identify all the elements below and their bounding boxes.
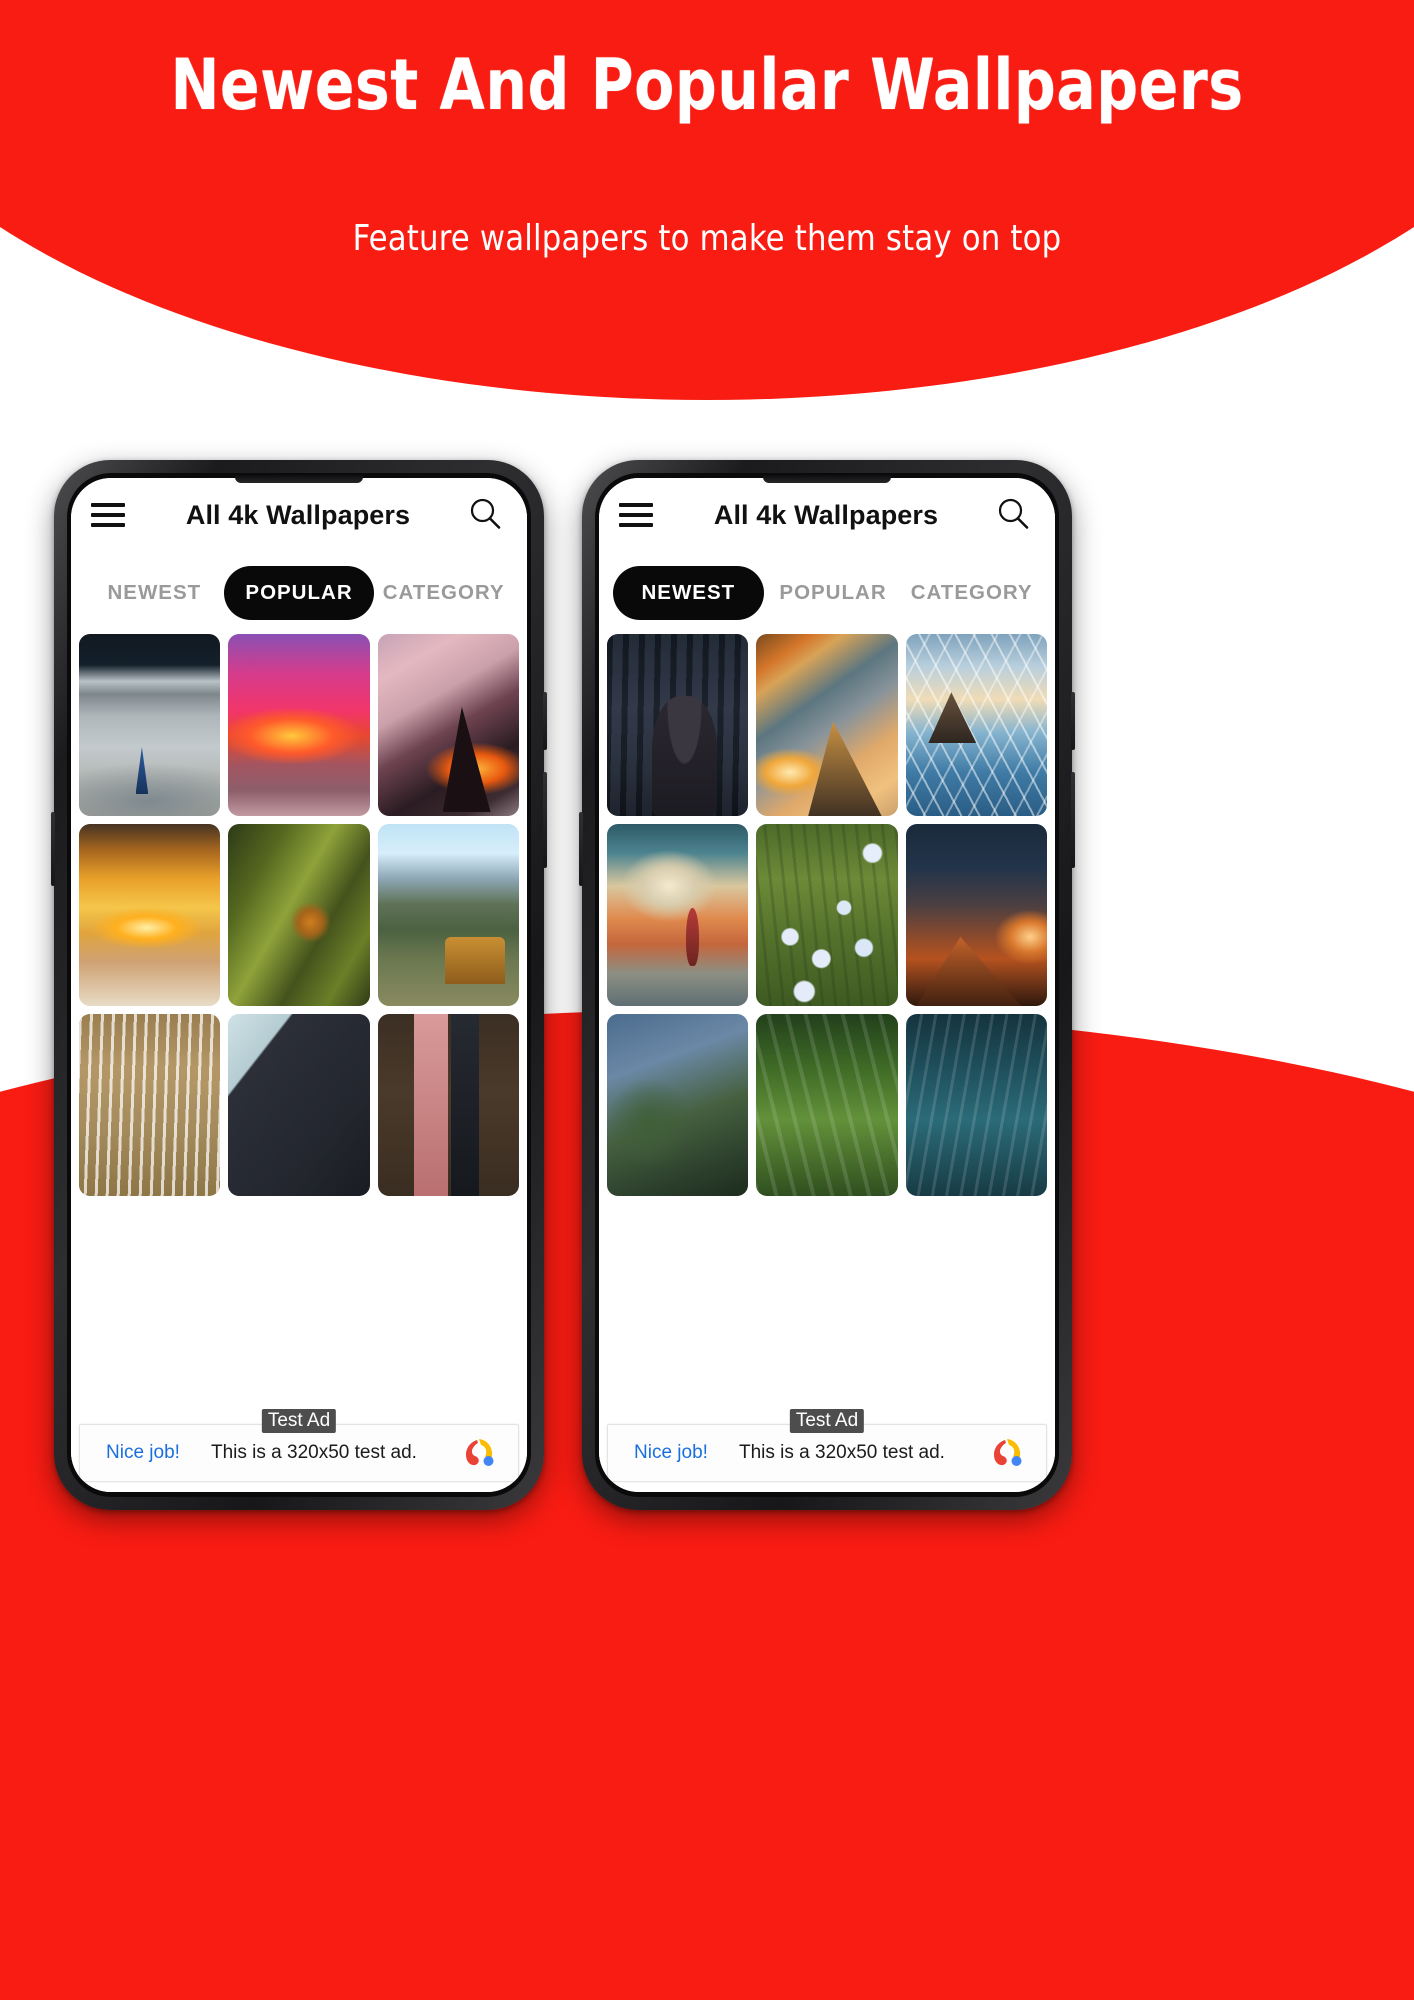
wallpaper-thumb[interactable] (79, 1014, 221, 1196)
phone-mockup-newest: All 4k Wallpapers NEWEST POPULAR CATEGOR… (579, 460, 1075, 1510)
wallpaper-thumb[interactable] (228, 824, 370, 1006)
phone-mockup-popular: All 4k Wallpapers NEWEST POPULAR CATEGOR… (51, 460, 547, 1510)
tab-bar: NEWEST POPULAR CATEGORY (599, 552, 1055, 634)
ad-cta-link[interactable]: Nice job! (80, 1442, 180, 1464)
wallpaper-thumb[interactable] (228, 1014, 370, 1196)
promo-banner-stage: Newest And Popular Wallpapers Feature wa… (0, 0, 1414, 2000)
earpiece-speaker (235, 475, 363, 483)
ad-body-text: This is a 320x50 test ad. (210, 1442, 417, 1463)
ad-banner[interactable]: Test Ad Nice job! This is a 320x50 test … (607, 1409, 1047, 1482)
wallpaper-thumb[interactable] (905, 1014, 1047, 1196)
ad-banner[interactable]: Test Ad Nice job! This is a 320x50 test … (79, 1409, 519, 1482)
wallpaper-thumb[interactable] (607, 634, 749, 816)
tab-newest[interactable]: NEWEST (613, 566, 764, 620)
phone-bezel: All 4k Wallpapers NEWEST POPULAR CATEGOR… (67, 473, 531, 1497)
wallpaper-thumb[interactable] (79, 634, 221, 816)
earpiece-speaker (763, 475, 891, 483)
phone-side-button-volume-up (1071, 692, 1075, 750)
hamburger-icon[interactable] (619, 503, 653, 527)
app-screen-popular: All 4k Wallpapers NEWEST POPULAR CATEGOR… (71, 478, 527, 1492)
ad-test-badge: Test Ad (789, 1409, 865, 1433)
app-screen-newest: All 4k Wallpapers NEWEST POPULAR CATEGOR… (599, 478, 1055, 1492)
wallpaper-thumb[interactable] (377, 824, 519, 1006)
app-bar-title: All 4k Wallpapers (713, 499, 939, 530)
wallpaper-thumb[interactable] (756, 824, 898, 1006)
wallpaper-thumb[interactable] (228, 634, 370, 816)
phone-side-button-power (51, 812, 55, 886)
tab-newest[interactable]: NEWEST (85, 566, 224, 620)
wallpaper-thumb[interactable] (377, 634, 519, 816)
phone-side-button-volume-down (1071, 772, 1075, 868)
tab-category[interactable]: CATEGORY (374, 566, 513, 620)
phone-side-button-power (579, 812, 583, 886)
phone-side-button-volume-up (543, 692, 547, 750)
phone-bezel: All 4k Wallpapers NEWEST POPULAR CATEGOR… (595, 473, 1059, 1497)
app-bar: All 4k Wallpapers (71, 478, 527, 552)
page-title: Newest And Popular Wallpapers (170, 44, 1244, 126)
wallpaper-thumb[interactable] (756, 634, 898, 816)
wallpaper-thumb[interactable] (756, 1014, 898, 1196)
phone-side-button-volume-down (543, 772, 547, 868)
wallpaper-thumb[interactable] (377, 1014, 519, 1196)
wallpaper-thumb[interactable] (79, 824, 221, 1006)
tab-popular[interactable]: POPULAR (223, 566, 375, 620)
tab-popular[interactable]: POPULAR (764, 566, 903, 620)
search-icon[interactable] (467, 496, 505, 534)
wallpaper-thumb[interactable] (607, 824, 749, 1006)
tab-category[interactable]: CATEGORY (902, 566, 1041, 620)
wallpaper-thumb[interactable] (905, 634, 1047, 816)
wallpaper-grid[interactable] (71, 634, 527, 1492)
wallpaper-thumb[interactable] (905, 824, 1047, 1006)
admob-logo-icon (458, 1431, 502, 1475)
hamburger-icon[interactable] (91, 503, 125, 527)
ad-test-badge: Test Ad (261, 1409, 337, 1433)
wallpaper-thumb[interactable] (607, 1014, 749, 1196)
app-bar-title: All 4k Wallpapers (185, 499, 411, 530)
ad-cta-link[interactable]: Nice job! (608, 1442, 708, 1464)
ad-body-text: This is a 320x50 test ad. (738, 1442, 945, 1463)
page-subtitle: Feature wallpapers to make them stay on … (352, 218, 1062, 259)
tab-bar: NEWEST POPULAR CATEGORY (71, 552, 527, 634)
admob-logo-icon (986, 1431, 1030, 1475)
wallpaper-grid[interactable] (599, 634, 1055, 1492)
search-icon[interactable] (995, 496, 1033, 534)
app-bar: All 4k Wallpapers (599, 478, 1055, 552)
